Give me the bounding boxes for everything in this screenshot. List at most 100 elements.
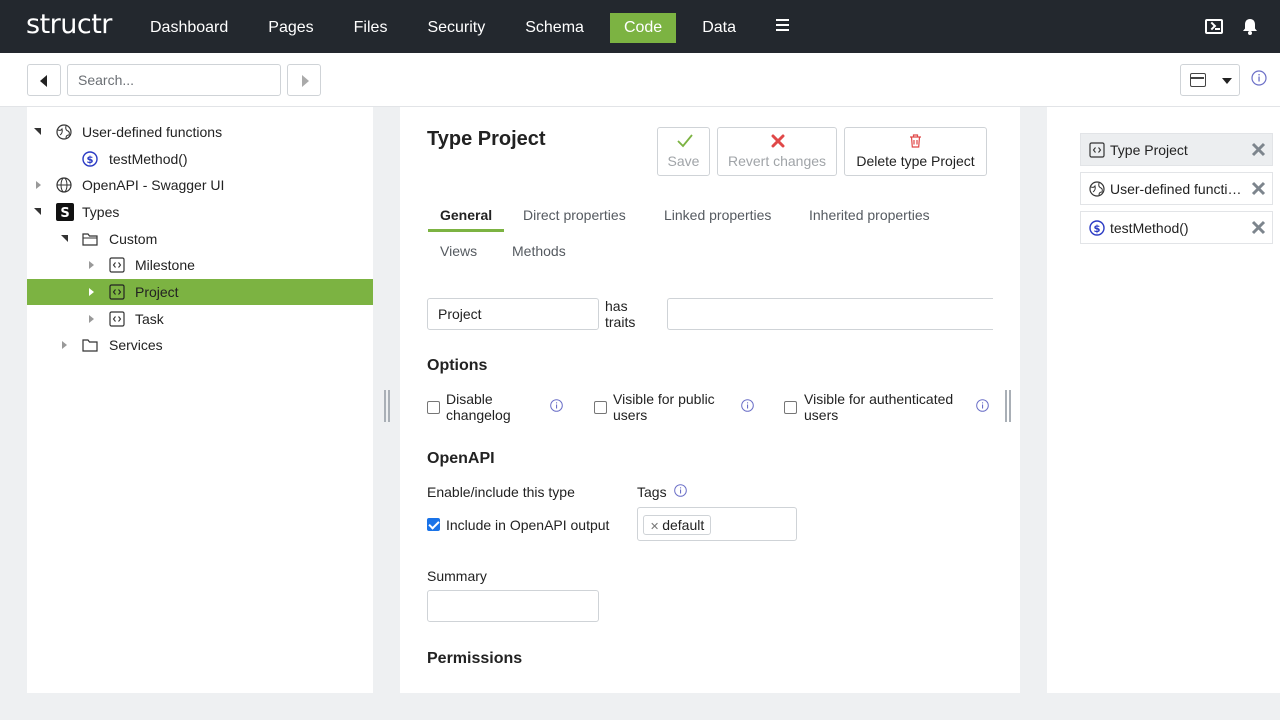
globe-icon xyxy=(56,124,72,140)
nav-files[interactable]: Files xyxy=(340,13,402,43)
tab-methods[interactable]: Methods xyxy=(512,243,566,259)
main-nav: Dashboard Pages Files Security Schema Co… xyxy=(136,13,762,43)
history-forward-button[interactable] xyxy=(287,64,321,96)
tree-item-project[interactable]: Project xyxy=(27,279,373,305)
has-traits-label: has traits xyxy=(605,298,636,330)
method-icon: $ xyxy=(82,151,98,167)
structr-icon: S xyxy=(56,203,74,221)
close-icon[interactable] xyxy=(1251,142,1266,157)
revert-changes-button[interactable]: Revert changes xyxy=(717,127,837,176)
tree-item-services[interactable]: Services xyxy=(27,332,373,358)
nav-pages[interactable]: Pages xyxy=(254,13,327,43)
tag-label: default xyxy=(662,517,705,533)
tree-item-types[interactable]: S Types xyxy=(27,199,373,225)
tree-item-label: Types xyxy=(82,204,120,220)
tree-item-label: Milestone xyxy=(135,257,195,273)
tree-item-task[interactable]: Task xyxy=(27,306,373,332)
tree-item-user-defined-functions[interactable]: User-defined functions xyxy=(27,119,373,145)
context-item-label: User-defined functions xyxy=(1110,181,1245,197)
expanded-caret-icon[interactable] xyxy=(34,208,41,215)
method-icon: $ xyxy=(1089,220,1105,236)
close-icon[interactable] xyxy=(1251,181,1266,196)
trash-icon xyxy=(910,134,921,148)
hamburger-menu-icon[interactable] xyxy=(776,19,789,34)
expanded-caret-icon[interactable] xyxy=(61,235,68,242)
collapsed-caret-icon[interactable] xyxy=(89,315,94,323)
folder-icon xyxy=(82,233,98,246)
tree-item-label: User-defined functions xyxy=(82,124,223,140)
visible-authenticated-users-checkbox[interactable] xyxy=(784,401,797,414)
expanded-caret-icon[interactable] xyxy=(34,128,41,135)
tab-inherited-properties[interactable]: Inherited properties xyxy=(809,207,930,223)
svg-text:$: $ xyxy=(1094,224,1101,235)
tab-linked-properties[interactable]: Linked properties xyxy=(664,207,771,223)
code-tree-panel: User-defined functions $ testMethod() Op… xyxy=(27,107,373,693)
svg-text:$: $ xyxy=(87,155,94,166)
remove-tag-icon[interactable]: ✕ xyxy=(650,521,659,533)
left-resize-handle[interactable] xyxy=(384,390,390,422)
tree-item-openapi[interactable]: OpenAPI - Swagger UI xyxy=(27,172,373,198)
context-item-user-defined-functions[interactable]: User-defined functions xyxy=(1080,172,1273,205)
summary-label: Summary xyxy=(427,568,487,584)
revert-label: Revert changes xyxy=(727,153,827,169)
disable-changelog-label: Disable changelog xyxy=(446,391,511,423)
panel-layout-dropdown[interactable] xyxy=(1180,64,1240,96)
right-resize-handle[interactable] xyxy=(1005,390,1011,422)
tab-general[interactable]: General xyxy=(440,207,492,223)
delete-type-button[interactable]: Delete type Project xyxy=(844,127,987,176)
tags-input[interactable]: ✕ default xyxy=(637,507,797,541)
summary-input[interactable] xyxy=(427,590,599,622)
tree-item-milestone[interactable]: Milestone xyxy=(27,252,373,278)
close-icon[interactable] xyxy=(1251,220,1266,235)
collapsed-caret-icon[interactable] xyxy=(36,181,41,189)
type-icon xyxy=(109,311,125,327)
enable-include-label: Enable/include this type xyxy=(427,484,575,500)
visible-public-users-checkbox[interactable] xyxy=(594,401,607,414)
context-item-label: testMethod() xyxy=(1110,220,1189,236)
nav-security[interactable]: Security xyxy=(413,13,499,43)
disable-changelog-checkbox[interactable] xyxy=(427,401,440,414)
tree-item-label: Custom xyxy=(109,231,158,247)
globe-icon xyxy=(1089,181,1105,197)
collapsed-caret-icon[interactable] xyxy=(89,288,94,296)
context-item-testmethod[interactable]: $ testMethod() xyxy=(1080,211,1273,244)
save-button[interactable]: Save xyxy=(657,127,710,176)
nav-code[interactable]: Code xyxy=(609,13,677,43)
tree-item-testmethod[interactable]: $ testMethod() xyxy=(27,146,373,172)
tab-direct-properties[interactable]: Direct properties xyxy=(523,207,626,223)
context-item-type-project[interactable]: Type Project xyxy=(1080,133,1273,166)
globe-icon xyxy=(56,177,72,193)
nav-schema[interactable]: Schema xyxy=(511,13,598,43)
nav-data[interactable]: Data xyxy=(688,13,750,43)
tree-item-custom[interactable]: Custom xyxy=(27,226,373,252)
info-icon[interactable] xyxy=(674,484,687,497)
checkmark-icon xyxy=(677,134,693,148)
info-icon[interactable] xyxy=(550,399,563,412)
notification-bell-icon[interactable] xyxy=(1242,18,1258,35)
type-icon xyxy=(109,257,125,273)
type-icon xyxy=(1089,142,1105,158)
chevron-down-icon xyxy=(1222,78,1232,84)
tree-item-label: testMethod() xyxy=(109,151,188,167)
openapi-heading: OpenAPI xyxy=(427,450,495,467)
top-navigation-bar: structr Dashboard Pages Files Security S… xyxy=(0,0,1280,53)
structr-logo[interactable]: structr xyxy=(26,9,112,40)
tab-views[interactable]: Views xyxy=(440,243,477,259)
collapsed-caret-icon[interactable] xyxy=(62,341,67,349)
info-icon[interactable] xyxy=(741,399,754,412)
code-search-input[interactable] xyxy=(67,64,281,96)
permissions-heading: Permissions xyxy=(427,650,523,667)
collapsed-caret-icon[interactable] xyxy=(89,261,94,269)
terminal-icon[interactable] xyxy=(1205,19,1223,34)
traits-input[interactable] xyxy=(667,298,993,330)
panel-layout-icon xyxy=(1190,73,1206,87)
tree-item-label: Services xyxy=(109,337,163,353)
history-back-button[interactable] xyxy=(27,64,61,96)
type-name-input[interactable] xyxy=(427,298,599,330)
include-openapi-checkbox[interactable] xyxy=(427,518,440,531)
info-icon[interactable] xyxy=(1251,70,1267,86)
delete-label: Delete type Project xyxy=(856,153,975,169)
visible-authenticated-users-label: Visible for authenticated users xyxy=(804,391,954,423)
nav-dashboard[interactable]: Dashboard xyxy=(136,13,242,43)
info-icon[interactable] xyxy=(976,399,989,412)
